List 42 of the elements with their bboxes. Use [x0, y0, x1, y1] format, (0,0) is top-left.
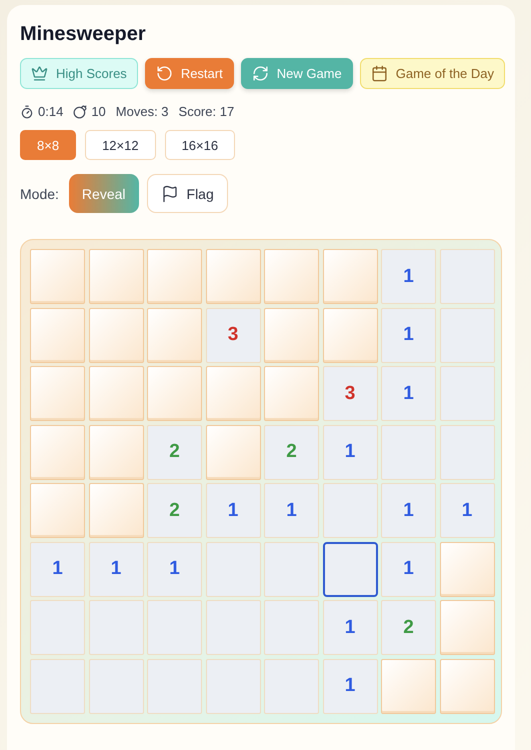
board-size-button[interactable]: 16×16	[164, 130, 236, 160]
board-cell[interactable]: 1	[381, 308, 436, 362]
board-cell[interactable]: 1	[322, 424, 378, 480]
time-text: 0:14	[38, 104, 64, 119]
mode-button[interactable]: Flag	[146, 174, 228, 213]
board-cell[interactable]: 1	[381, 483, 436, 538]
board-cell[interactable]: 3	[206, 308, 260, 362]
board-cell[interactable]: 1	[381, 249, 436, 304]
board-cell[interactable]: 1	[264, 483, 319, 538]
app-title: Minesweeper	[20, 23, 147, 46]
board-cell[interactable]: 1	[147, 542, 202, 596]
board-cell[interactable]: 2	[264, 424, 319, 480]
mode-button[interactable]: Reveal	[68, 174, 139, 213]
score-text: Score: 17	[178, 104, 234, 119]
refresh-icon	[252, 65, 269, 82]
board-size-button[interactable]: 8×8	[20, 130, 76, 160]
board-cell[interactable]: 2	[147, 483, 202, 538]
crown-icon	[31, 65, 48, 82]
bomb-icon	[73, 104, 88, 118]
board-size-button[interactable]: 12×12	[85, 130, 156, 160]
board-cell[interactable]: 1	[440, 483, 494, 538]
mode-label: Mode:	[20, 186, 59, 202]
board-cell[interactable]: 2	[147, 424, 202, 480]
board-cell[interactable]: 2	[381, 600, 436, 655]
board-cell[interactable]: 1	[381, 542, 436, 596]
board-cell[interactable]: 1	[322, 600, 378, 655]
board-cell[interactable]: 1	[88, 542, 144, 596]
board-cell[interactable]: 1	[381, 366, 436, 421]
action-button[interactable]: Game of the Day	[360, 58, 506, 89]
board-cell[interactable]	[322, 542, 378, 596]
moves-text: Moves: 3	[116, 104, 169, 119]
calendar-icon	[370, 65, 388, 82]
board-cell[interactable]: 1	[322, 658, 378, 714]
action-button[interactable]: Restart	[144, 58, 234, 89]
board-cell[interactable]: 3	[322, 366, 378, 421]
mine-count: 10	[91, 104, 106, 119]
board-cell[interactable]: 1	[206, 483, 260, 538]
action-button[interactable]: High Scores	[20, 58, 138, 89]
flag-icon	[160, 184, 179, 202]
rotate-icon	[156, 65, 173, 82]
timer-icon	[20, 104, 34, 118]
board-cell[interactable]: 1	[30, 542, 85, 596]
